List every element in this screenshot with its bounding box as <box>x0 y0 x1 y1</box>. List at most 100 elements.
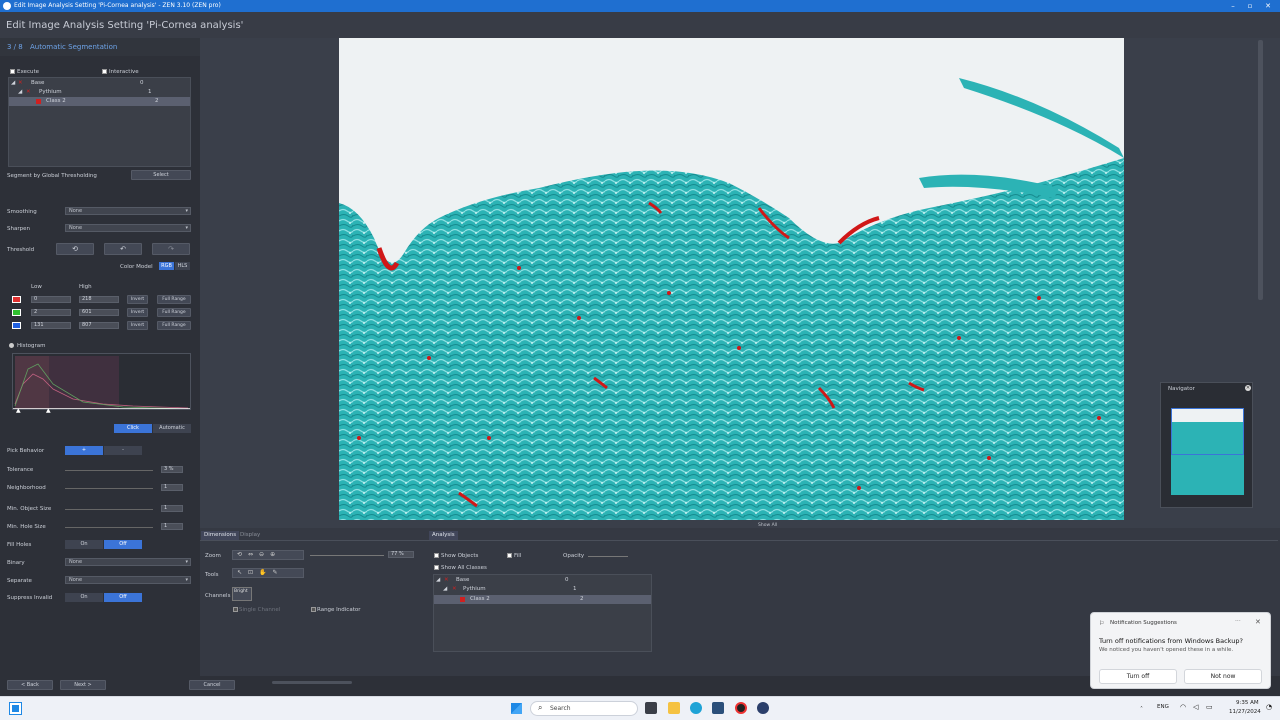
cancel-button[interactable]: Cancel <box>189 680 235 690</box>
close-icon[interactable]: ✕ <box>1245 385 1251 391</box>
blue-low-input[interactable]: 131 <box>31 322 71 329</box>
fill-holes-off[interactable]: Off <box>104 540 142 549</box>
tree-row-pythium[interactable]: ◢ ✕ Pythium 1 <box>9 88 190 97</box>
neighborhood-slider[interactable] <box>65 488 153 489</box>
zen-taskbar-icon[interactable] <box>757 702 769 714</box>
more-icon[interactable]: ··· <box>1235 618 1241 625</box>
tree-row-pythium[interactable]: ◢ ✕ Pythium 1 <box>434 585 651 594</box>
collapse-icon[interactable]: ◢ <box>436 577 440 583</box>
close-icon[interactable]: ✕ <box>1255 618 1261 626</box>
green-low-input[interactable]: 2 <box>31 309 71 316</box>
red-low-input[interactable]: 0 <box>31 296 71 303</box>
tree-row-class-2[interactable]: Class 2 2 <box>434 595 651 604</box>
vertical-scrollbar[interactable] <box>1258 40 1263 300</box>
tray-chevron-icon[interactable]: ˄ <box>1140 706 1143 713</box>
min-object-size-slider[interactable] <box>65 509 153 510</box>
suppress-invalid-off[interactable]: Off <box>104 593 142 602</box>
zoom-input[interactable]: 77 % <box>388 551 414 558</box>
reset-button[interactable]: ↶ <box>104 243 142 255</box>
single-channel-checkbox[interactable] <box>233 607 238 612</box>
tolerance-input[interactable]: 3 % <box>161 466 183 473</box>
execute-checkbox[interactable] <box>10 69 15 74</box>
histogram-plot[interactable] <box>12 353 191 410</box>
suppress-invalid-on[interactable]: On <box>65 593 103 602</box>
blue-high-input[interactable]: 807 <box>79 322 119 329</box>
rgb-toggle[interactable]: RGB <box>159 262 174 270</box>
tolerance-slider[interactable] <box>65 470 153 471</box>
collapse-histogram-icon[interactable] <box>9 343 14 348</box>
notification-toast[interactable]: ⚐ Notification Suggestions ··· ✕ Turn of… <box>1090 612 1271 689</box>
not-now-button[interactable]: Not now <box>1184 669 1262 684</box>
notification-bell-icon[interactable]: ◔ <box>1266 703 1272 711</box>
clock-date[interactable]: 11/27/2024 <box>1229 709 1261 715</box>
analysis-class-tree[interactable]: ◢ ✕ Base 0 ◢ ✕ Pythium 1 Class 2 2 <box>433 574 652 652</box>
channel-bright-button[interactable]: Bright <box>232 587 252 601</box>
show-all-classes-checkbox[interactable] <box>434 565 439 570</box>
tree-row-class-2[interactable]: Class 2 2 <box>9 97 190 106</box>
battery-icon[interactable]: ▭ <box>1206 703 1213 711</box>
click-mode-button[interactable]: Click <box>114 424 152 433</box>
pick-add-button[interactable]: + <box>65 446 103 455</box>
start-icon[interactable] <box>511 703 522 714</box>
invert-button[interactable]: Invert <box>127 321 148 330</box>
navigator-panel[interactable]: Navigator ✕ <box>1160 382 1253 508</box>
back-button[interactable]: < Back <box>7 680 53 690</box>
tab-dimensions[interactable]: Dimensions <box>201 531 240 540</box>
tab-display[interactable]: Display <box>237 531 263 540</box>
opacity-slider[interactable] <box>588 556 628 557</box>
task-view-icon[interactable] <box>645 702 657 714</box>
clock-time[interactable]: 9:35 AM <box>1236 700 1259 706</box>
red-high-input[interactable]: 218 <box>79 296 119 303</box>
horizontal-scrollbar[interactable] <box>272 681 352 684</box>
fill-checkbox[interactable] <box>507 553 512 558</box>
automatic-mode-button[interactable]: Automatic <box>153 424 191 433</box>
min-hole-size-slider[interactable] <box>65 527 153 528</box>
min-object-size-input[interactable]: 1 <box>161 505 183 512</box>
chrome-icon[interactable] <box>735 702 747 714</box>
hls-toggle[interactable]: HLS <box>175 262 190 270</box>
widgets-icon[interactable] <box>9 702 22 715</box>
full-range-button[interactable]: Full Range <box>157 321 191 330</box>
green-high-input[interactable]: 601 <box>79 309 119 316</box>
language-indicator[interactable]: ENG <box>1157 704 1169 710</box>
collapse-icon[interactable]: ◢ <box>18 89 22 95</box>
tree-row-base[interactable]: ◢ ✕ Base 0 <box>9 79 190 88</box>
microscopy-image[interactable] <box>339 38 1124 520</box>
taskbar-search[interactable]: ⌕ Search <box>530 701 638 716</box>
invert-button[interactable]: Invert <box>127 308 148 317</box>
tab-analysis[interactable]: Analysis <box>429 531 458 540</box>
zoom-toolbar[interactable]: ⟲⇔⊖⊕ <box>232 550 304 560</box>
full-range-button[interactable]: Full Range <box>157 295 191 304</box>
zoom-slider[interactable] <box>310 555 384 556</box>
class-tree[interactable]: ◢ ✕ Base 0 ◢ ✕ Pythium 1 Class 2 2 <box>8 77 191 167</box>
edge-icon[interactable] <box>690 702 702 714</box>
full-range-button[interactable]: Full Range <box>157 308 191 317</box>
low-marker-icon[interactable]: ▲ <box>16 407 21 414</box>
undo-button[interactable]: ⟲ <box>56 243 94 255</box>
range-indicator-checkbox[interactable] <box>311 607 316 612</box>
minimize-icon[interactable]: – <box>1226 0 1240 12</box>
redo-button[interactable]: ↷ <box>152 243 190 255</box>
show-objects-checkbox[interactable] <box>434 553 439 558</box>
collapse-icon[interactable]: ◢ <box>443 586 447 592</box>
pick-remove-button[interactable]: - <box>104 446 142 455</box>
fill-holes-on[interactable]: On <box>65 540 103 549</box>
next-button[interactable]: Next > <box>60 680 106 690</box>
interactive-checkbox[interactable] <box>102 69 107 74</box>
min-hole-size-input[interactable]: 1 <box>161 523 183 530</box>
neighborhood-input[interactable]: 1 <box>161 484 183 491</box>
close-icon[interactable]: ✕ <box>1261 0 1275 12</box>
store-icon[interactable] <box>712 702 724 714</box>
high-marker-icon[interactable]: ▲ <box>46 407 51 414</box>
tools-toolbar[interactable]: ↖⊡✋✎ <box>232 568 304 578</box>
turn-off-button[interactable]: Turn off <box>1099 669 1177 684</box>
smoothing-dropdown[interactable]: None <box>65 207 191 215</box>
navigator-viewport[interactable] <box>1171 408 1244 455</box>
collapse-icon[interactable]: ◢ <box>11 80 15 86</box>
maximize-icon[interactable]: ▫ <box>1243 0 1257 12</box>
wifi-icon[interactable]: ◠ <box>1180 703 1186 711</box>
invert-button[interactable]: Invert <box>127 295 148 304</box>
volume-icon[interactable]: ◁ <box>1193 703 1198 711</box>
tree-row-base[interactable]: ◢ ✕ Base 0 <box>434 576 651 585</box>
binary-dropdown[interactable]: None <box>65 558 191 566</box>
